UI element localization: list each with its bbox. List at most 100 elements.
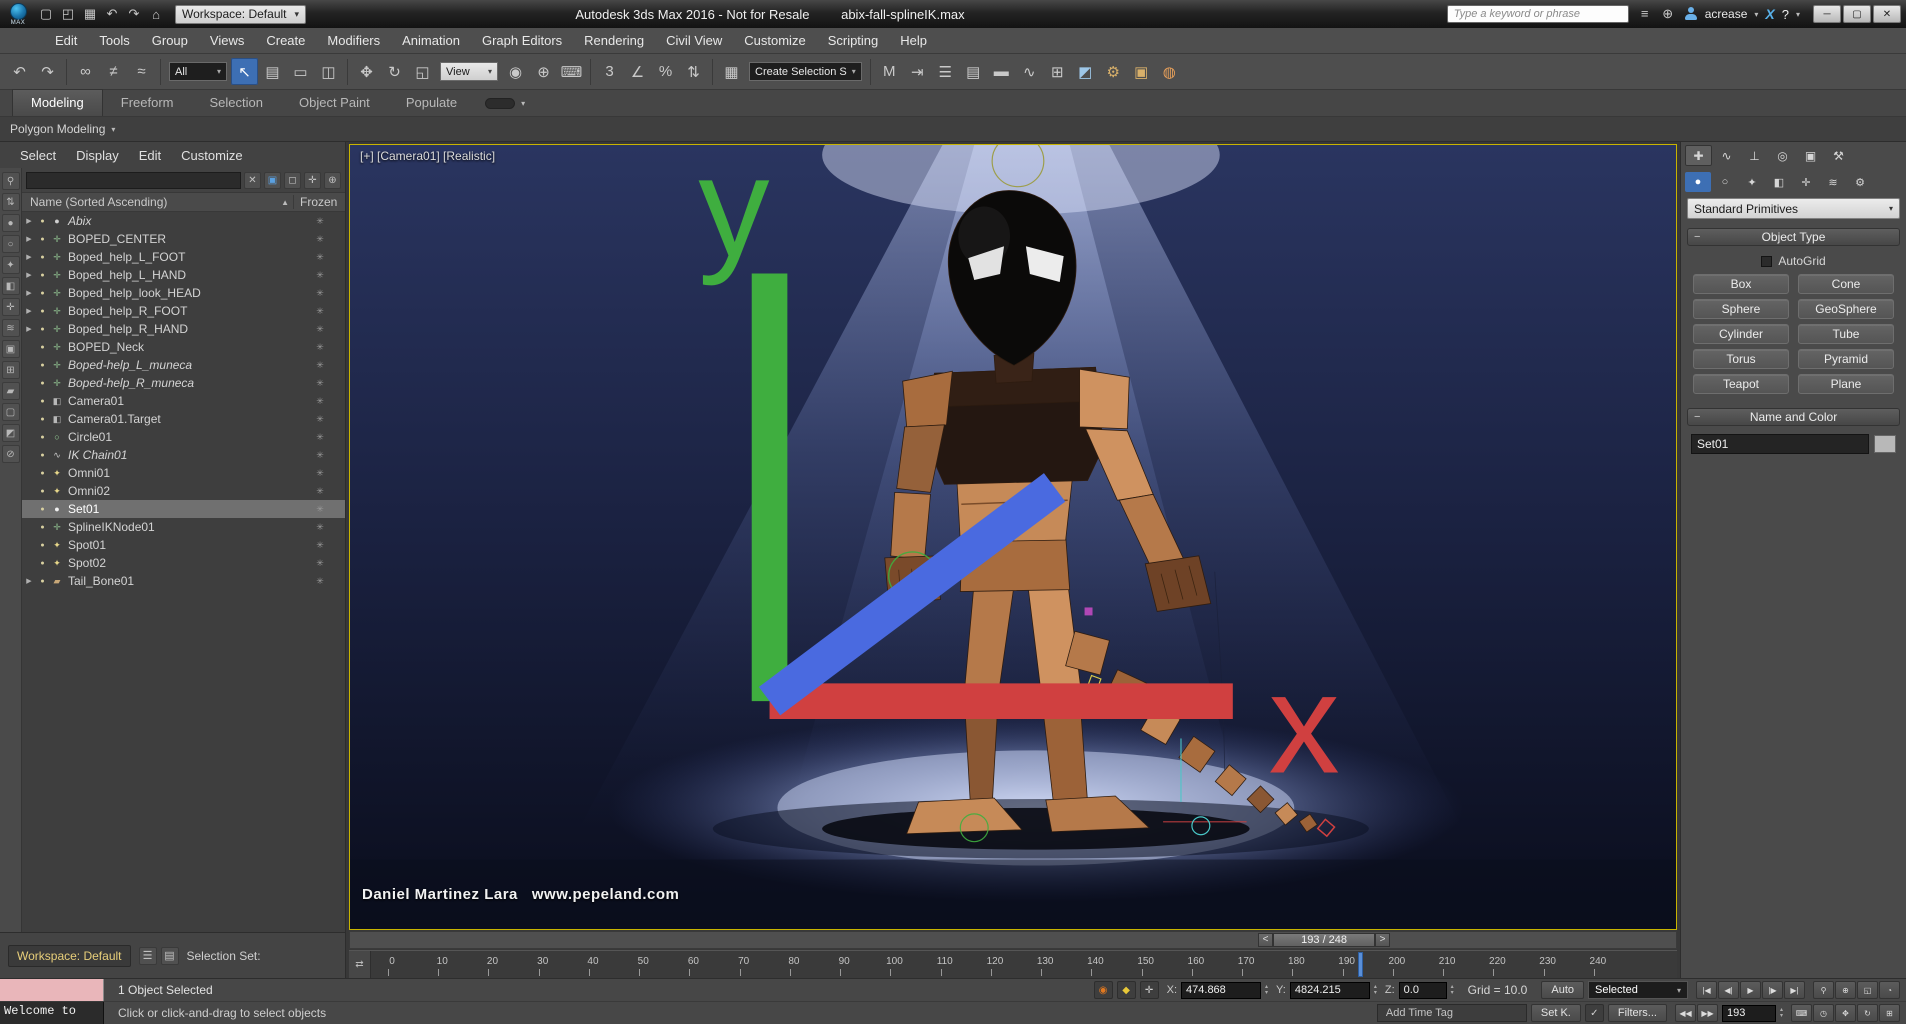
sphere-button[interactable]: Sphere xyxy=(1693,299,1789,319)
frozen-column-header[interactable]: Frozen xyxy=(293,195,345,209)
visibility-bulb-icon[interactable]: ● xyxy=(36,290,49,297)
community-icon[interactable]: ⊕ xyxy=(1659,6,1677,22)
pick-parent-icon[interactable]: ✛ xyxy=(304,172,321,189)
list-item[interactable]: ▶●✛BOPED_CENTER✳ xyxy=(22,230,345,248)
menu-item-help[interactable]: Help xyxy=(889,28,938,53)
display-hidden-objects-icon[interactable]: ⊘ xyxy=(2,445,20,463)
schematic-view-icon[interactable]: ⊞ xyxy=(1044,58,1071,85)
close-button[interactable]: ✕ xyxy=(1873,5,1901,23)
menu-item-edit[interactable]: Edit xyxy=(44,28,88,53)
selected-set-dropdown[interactable]: Selected ▾ xyxy=(1588,981,1688,999)
visibility-bulb-icon[interactable]: ● xyxy=(36,452,49,459)
reference-coordinate-system-dropdown[interactable]: View▾ xyxy=(440,62,498,81)
visibility-bulb-icon[interactable]: ● xyxy=(36,416,49,423)
frozen-icon[interactable]: ✳ xyxy=(295,540,345,551)
visibility-bulb-icon[interactable]: ● xyxy=(36,254,49,261)
visibility-bulb-icon[interactable]: ● xyxy=(36,488,49,495)
name-color-rollout-header[interactable]: − Name and Color xyxy=(1687,408,1900,426)
track-bar[interactable]: ⇄ 01020304050607080901001101201301401501… xyxy=(349,950,1677,978)
menu-item-customize[interactable]: Customize xyxy=(733,28,816,53)
frozen-icon[interactable]: ✳ xyxy=(295,234,345,245)
visibility-bulb-icon[interactable]: ● xyxy=(36,326,49,333)
visibility-bulb-icon[interactable]: ● xyxy=(36,560,49,567)
chevron-down-icon[interactable]: ▾ xyxy=(1754,10,1758,19)
set-key-button[interactable]: Set K. xyxy=(1531,1004,1581,1022)
autogrid-checkbox[interactable] xyxy=(1761,256,1772,267)
explorer-menu-customize[interactable]: Customize xyxy=(171,148,252,163)
frozen-icon[interactable]: ✳ xyxy=(295,306,345,317)
visibility-bulb-icon[interactable]: ● xyxy=(36,506,49,513)
visibility-bulb-icon[interactable]: ● xyxy=(36,398,49,405)
display-tab[interactable]: ▣ xyxy=(1797,145,1824,166)
next-frame-arrow[interactable]: > xyxy=(1375,933,1390,947)
space-warps-category-icon[interactable]: ≋ xyxy=(1820,172,1846,192)
systems-category-icon[interactable]: ⚙ xyxy=(1847,172,1873,192)
auto-key-button[interactable]: Auto xyxy=(1541,981,1584,999)
keyboard-icon[interactable]: ⌨ xyxy=(1791,1004,1812,1022)
select-children-icon[interactable]: ⊕ xyxy=(324,172,341,189)
frozen-icon[interactable]: ✳ xyxy=(295,522,345,533)
expand-arrow-icon[interactable]: ▶ xyxy=(22,253,36,261)
list-item[interactable]: ●✛BOPED_Neck✳ xyxy=(22,338,345,356)
explorer-menu-select[interactable]: Select xyxy=(10,148,66,163)
frozen-icon[interactable]: ✳ xyxy=(295,270,345,281)
go-to-start-button[interactable]: |◀ xyxy=(1696,981,1717,999)
undo-icon[interactable]: ↶ xyxy=(6,58,33,85)
visibility-bulb-icon[interactable]: ● xyxy=(36,380,49,387)
pyramid-button[interactable]: Pyramid xyxy=(1798,349,1894,369)
percent-snap-icon[interactable]: % xyxy=(652,58,679,85)
selection-lock-icon[interactable]: ◆ xyxy=(1117,981,1136,999)
redo-icon[interactable]: ↷ xyxy=(123,3,145,25)
spin-down-icon[interactable]: ▾ xyxy=(1265,990,1268,996)
tube-button[interactable]: Tube xyxy=(1798,324,1894,344)
frozen-icon[interactable]: ✳ xyxy=(295,504,345,515)
list-item[interactable]: ●✦Omni01✳ xyxy=(22,464,345,482)
display-materials-icon[interactable]: ◩ xyxy=(2,424,20,442)
frozen-icon[interactable]: ✳ xyxy=(295,252,345,263)
maximize-button[interactable]: ▢ xyxy=(1843,5,1871,23)
menu-item-civil-view[interactable]: Civil View xyxy=(655,28,733,53)
menu-item-group[interactable]: Group xyxy=(141,28,199,53)
mirror-icon[interactable]: M xyxy=(876,58,903,85)
display-lights-icon[interactable]: ✦ xyxy=(2,256,20,274)
app-button[interactable]: MAX xyxy=(5,3,31,26)
list-item[interactable]: ▶●▰Tail_Bone01✳ xyxy=(22,572,345,590)
time-slider-handle[interactable]: < 193 / 248 > xyxy=(1258,933,1390,947)
field-of-view-icon[interactable]: ◔ xyxy=(1879,981,1900,999)
y-coordinate-field[interactable]: 4824.215 xyxy=(1290,982,1370,999)
explorer-find-icon[interactable]: ⚲ xyxy=(2,172,20,190)
z-coordinate-field[interactable]: 0.0 xyxy=(1399,982,1447,999)
tab-object-paint[interactable]: Object Paint xyxy=(281,90,388,116)
geometry-category-icon[interactable]: ● xyxy=(1685,172,1711,192)
geosphere-button[interactable]: GeoSphere xyxy=(1798,299,1894,319)
teapot-button[interactable]: Teapot xyxy=(1693,374,1789,394)
select-and-manipulate-icon[interactable]: ⊕ xyxy=(530,58,557,85)
material-editor-icon[interactable]: ◩ xyxy=(1072,58,1099,85)
shapes-category-icon[interactable]: ○ xyxy=(1712,172,1738,192)
lights-category-icon[interactable]: ✦ xyxy=(1739,172,1765,192)
list-item[interactable]: ●✦Spot01✳ xyxy=(22,536,345,554)
box-button[interactable]: Box xyxy=(1693,274,1789,294)
tab-populate[interactable]: Populate xyxy=(388,90,475,116)
list-item[interactable]: ▶●✛Boped_help_L_HAND✳ xyxy=(22,266,345,284)
display-shapes-icon[interactable]: ○ xyxy=(2,235,20,253)
visibility-bulb-icon[interactable]: ● xyxy=(36,308,49,315)
frozen-icon[interactable]: ✳ xyxy=(295,558,345,569)
render-setup-icon[interactable]: ⚙ xyxy=(1100,58,1127,85)
frozen-icon[interactable]: ✳ xyxy=(295,342,345,353)
cone-button[interactable]: Cone xyxy=(1798,274,1894,294)
sign-in-person-icon[interactable] xyxy=(1684,7,1698,21)
chevron-down-icon[interactable]: ▾ xyxy=(1796,10,1800,19)
zoom-extents-icon[interactable]: ◱ xyxy=(1857,981,1878,999)
select-and-move-icon[interactable]: ✥ xyxy=(353,58,380,85)
selection-filter-dropdown[interactable]: All▾ xyxy=(169,62,227,81)
viewport-canvas[interactable]: [+] [Camera01] [Realistic] Daniel Martin… xyxy=(349,144,1677,930)
explorer-search-input[interactable] xyxy=(26,172,241,189)
frozen-icon[interactable]: ✳ xyxy=(295,216,345,227)
display-geometry-icon[interactable]: ● xyxy=(2,214,20,232)
frozen-icon[interactable]: ✳ xyxy=(295,450,345,461)
expand-arrow-icon[interactable]: ▶ xyxy=(22,271,36,279)
list-item[interactable]: ●✦Spot02✳ xyxy=(22,554,345,572)
frame-spinner[interactable]: ▴ ▾ xyxy=(1780,1007,1783,1019)
layer-explorer-icon[interactable]: ☰ xyxy=(139,947,157,965)
